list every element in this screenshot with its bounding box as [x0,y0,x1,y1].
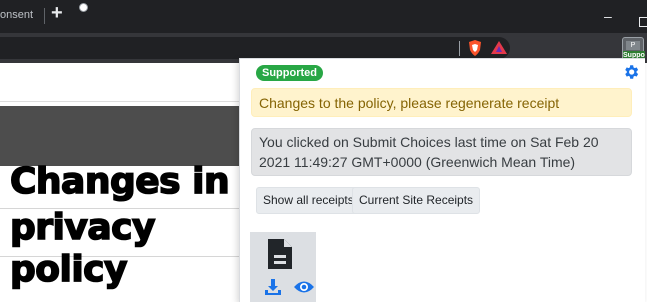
divider [0,101,240,102]
show-all-receipts-button[interactable]: Show all receipts [256,187,361,214]
document-icon [268,239,292,269]
current-site-receipts-button[interactable]: Current Site Receipts [352,187,481,214]
address-bar[interactable] [0,37,510,59]
page-heading-line-3: policy [9,249,128,291]
status-badge: Supported [256,65,323,81]
policy-change-alert: Changes to the policy, please regenerate… [251,88,632,117]
gear-icon[interactable] [622,63,640,81]
receipt-card[interactable] [250,232,316,302]
page-banner [0,106,240,166]
last-choice-info: You clicked on Submit Choices last time … [251,128,632,176]
page-heading-line-2: privacy [9,207,156,249]
extension-icon-letter: P [626,41,640,50]
minimize-button[interactable]: – [604,8,612,24]
extension-popup: Supported Changes to the policy, please … [239,58,645,302]
toolbar-separator [459,41,460,56]
new-tab-button[interactable]: + [51,3,63,23]
tab-separator [44,8,45,24]
tab-title[interactable]: onsent [0,9,33,21]
brave-shield-icon[interactable] [466,39,484,57]
download-icon[interactable] [264,278,282,296]
page-heading-line-1: Changes in [9,161,230,203]
brave-rewards-icon[interactable] [490,39,508,57]
maximize-button[interactable] [639,17,647,27]
tab-strip: onsent + – [0,0,647,33]
cursor-dot-icon [79,3,88,12]
eye-icon[interactable] [293,280,315,294]
